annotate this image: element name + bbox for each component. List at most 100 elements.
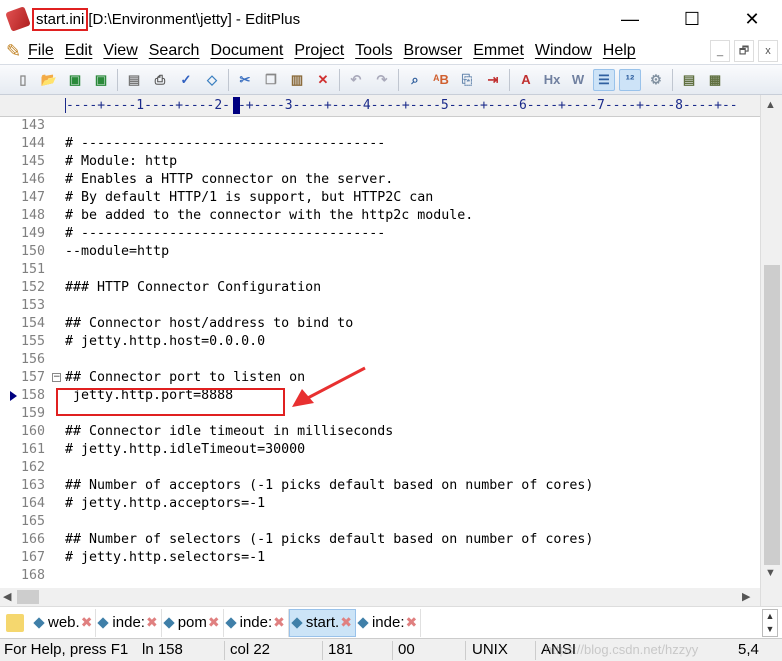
close-tab-icon[interactable]: ✖ [208,614,220,631]
file-icon [224,616,237,629]
close-tab-icon[interactable]: ✖ [273,614,285,631]
code-line[interactable]: 162 [0,459,760,477]
code-line[interactable]: 155 # jetty.http.host=0.0.0.0 [0,333,760,351]
file-icon [163,616,175,629]
vertical-scrollbar[interactable]: ▲ ▼ [760,95,782,606]
code-line[interactable]: 153 [0,297,760,315]
scroll-left-icon[interactable]: ◀ [3,590,11,603]
close-tab-icon[interactable]: ✖ [340,614,352,631]
mdi-close-button[interactable]: x [758,40,778,62]
menu-view[interactable]: View [103,42,137,60]
tab-web[interactable]: web. ✖ [32,608,97,637]
tab-scroll-buttons[interactable]: ▲ ▼ [762,609,778,637]
directory-icon[interactable]: ▦ [704,69,726,91]
code-line[interactable]: 150 --module=http [0,243,760,261]
code-line[interactable]: 156 [0,351,760,369]
code-line[interactable]: 149 # -----------------------------------… [0,225,760,243]
code-line[interactable]: 144 # -----------------------------------… [0,135,760,153]
browser-preview-icon[interactable]: ◇ [201,69,223,91]
paste-icon[interactable]: ▥ [286,69,308,91]
redo-icon[interactable]: ↷ [371,69,393,91]
hscrollbar-thumb[interactable] [17,590,39,604]
code-line[interactable]: 168 [0,567,760,585]
code-line[interactable]: 152 ### HTTP Connector Configuration [0,279,760,297]
code-line[interactable]: 157− ## Connector port to listen on [0,369,760,387]
line-text: ## Number of acceptors (-1 picks default… [65,478,594,493]
open-icon[interactable]: 📂 [38,69,60,91]
editor[interactable]: 143 144 # --------------------------------… [0,117,760,588]
code-line[interactable]: 143 [0,117,760,135]
code-line[interactable]: 147 # By default HTTP/1 is support, but H… [0,189,760,207]
menu-search[interactable]: Search [149,42,200,60]
scroll-up-icon[interactable]: ▲ [765,99,776,111]
tab-inde[interactable]: inde: ✖ [356,608,422,637]
close-button[interactable]: ✕ [732,6,772,32]
copy-icon[interactable]: ❐ [260,69,282,91]
spell-check-icon[interactable]: ✓ [175,69,197,91]
print-preview-icon[interactable]: ▤ [123,69,145,91]
menu-browser[interactable]: Browser [404,42,463,60]
code-line[interactable]: 151 [0,261,760,279]
goto-icon[interactable]: ⎘ [456,69,478,91]
menu-help[interactable]: Help [603,42,636,60]
save-all-icon[interactable]: ▣ [90,69,112,91]
settings-icon[interactable]: ⚙ [645,69,667,91]
menu-emmet[interactable]: Emmet [473,42,524,60]
code-line[interactable]: 166 ## Number of selectors (-1 picks defa… [0,531,760,549]
code-line[interactable]: 146 # Enables a HTTP connector on the ser… [0,171,760,189]
code-line[interactable]: 161 # jetty.http.idleTimeout=30000 [0,441,760,459]
file-icon [33,616,45,629]
fold-toggle-icon[interactable]: − [52,373,61,382]
scroll-down-icon[interactable]: ▼ [765,567,776,579]
scroll-right-icon[interactable]: ▶ [742,590,750,603]
line-number: 153 [20,298,45,313]
code-line[interactable]: 164 # jetty.http.acceptors=-1 [0,495,760,513]
cliptext-icon[interactable]: ▤ [678,69,700,91]
code-line[interactable]: 165 [0,513,760,531]
delete-icon[interactable]: ✕ [312,69,334,91]
menu-file[interactable]: File [28,42,54,60]
menu-window[interactable]: Window [535,42,592,60]
folder-icon[interactable] [6,613,24,632]
close-tab-icon[interactable]: ✖ [81,614,93,631]
close-tab-icon[interactable]: ✖ [405,614,417,631]
code-line[interactable]: 167 # jetty.http.selectors=-1 [0,549,760,567]
tab-pom[interactable]: pom ✖ [162,608,224,637]
tab-start[interactable]: start. ✖ [288,608,356,637]
code-line[interactable]: 163 ## Number of acceptors (-1 picks defa… [0,477,760,495]
font-icon[interactable]: A [515,69,537,91]
horizontal-scrollbar[interactable]: ◀ ▶ [0,588,760,606]
find-icon[interactable]: ⌕ [404,69,426,91]
new-file-icon[interactable]: ▯ [12,69,34,91]
line-number-icon[interactable]: ☰ [593,68,615,91]
code-line[interactable]: 154 ## Connector host/address to bind to [0,315,760,333]
line-number: 145 [20,154,45,169]
tab-inde[interactable]: inde: ✖ [224,608,289,637]
tab-inde[interactable]: inde: ✖ [96,608,162,637]
maximize-button[interactable]: ☐ [672,6,712,32]
code-line[interactable]: 145 # Module: http [0,153,760,171]
line-number: 165 [20,514,45,529]
cut-icon[interactable]: ✂ [234,69,256,91]
close-tab-icon[interactable]: ✖ [146,614,158,631]
print-icon[interactable]: ⎙ [149,69,171,91]
menu-tools[interactable]: Tools [355,42,392,60]
hx-icon[interactable]: Hx [541,69,563,91]
menu-document[interactable]: Document [210,42,283,60]
minimize-button[interactable]: — [610,6,650,32]
replace-icon[interactable]: ᴬB [430,69,452,91]
code-line[interactable]: 160 ## Connector idle timeout in millisec… [0,423,760,441]
mdi-restore-button[interactable]: 🗗 [734,40,754,62]
scrollbar-thumb[interactable] [764,265,780,565]
mdi-minimize-button[interactable]: _ [710,40,730,62]
toolbar-separator [228,68,229,91]
menu-project[interactable]: Project [294,42,344,60]
column-select-icon[interactable]: ¹² [619,68,641,91]
menu-edit[interactable]: Edit [65,42,93,60]
save-icon[interactable]: ▣ [64,69,86,91]
word-wrap-icon[interactable]: W [567,69,589,91]
code-line[interactable]: 148 # be added to the connector with the … [0,207,760,225]
status-help: For Help, press F1 [4,641,129,658]
undo-icon[interactable]: ↶ [345,69,367,91]
indent-icon[interactable]: ⇥ [482,69,504,91]
